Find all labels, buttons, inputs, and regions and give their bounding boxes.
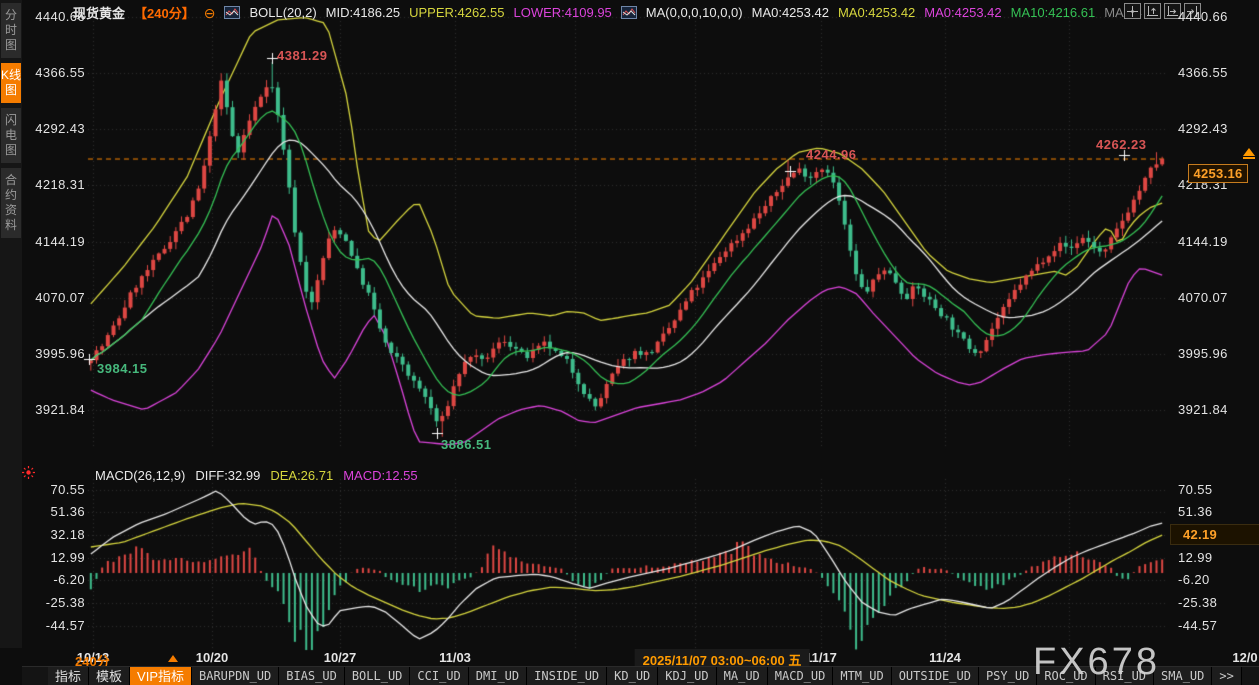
axis-tick-label: -25.38 [1178, 595, 1217, 610]
xaxis-label: 10/27 [324, 650, 357, 665]
boll-mid-value: MID:4186.25 [326, 5, 400, 20]
toolbar-item-SMA_UD[interactable]: SMA_UD [1154, 667, 1212, 685]
xaxis-label: 11/17 [805, 650, 837, 665]
axis-tick-label: -44.57 [1178, 618, 1217, 633]
axis-tick-label: 4292.43 [1178, 121, 1228, 136]
price-annotation: 3886.51 [441, 437, 492, 452]
period-label[interactable]: 【240分】 [134, 3, 195, 22]
axis-tick-label: 3995.96 [10, 346, 85, 361]
axis-tick-label: 70.55 [10, 482, 85, 497]
ma-value: MA0:4253.42 [924, 5, 1001, 20]
indicator-header: 现货黄金 【240分】 ⊖ BOLL(20,2) MID:4186.25 UPP… [73, 3, 1142, 22]
ma-label: MA(0,0,0,10,0,0) [646, 5, 743, 20]
ma-indicator-icon[interactable] [621, 6, 637, 19]
toolbar-item-MTM_UD[interactable]: MTM_UD [833, 667, 891, 685]
axis-tick-label: 12.99 [1178, 550, 1213, 565]
toolbar-item-BIAS_UD[interactable]: BIAS_UD [279, 667, 345, 685]
axis-tick-label: -25.38 [10, 595, 85, 610]
toolbar-item-CCI_UD[interactable]: CCI_UD [410, 667, 468, 685]
collapse-icon[interactable]: ⊖ [204, 7, 216, 19]
price-up-arrow-icon [1243, 148, 1255, 156]
crosshair-icon[interactable] [1124, 3, 1141, 19]
price-annotation: 4262.23 [1096, 137, 1147, 152]
toolbar-item-MACD_UD[interactable]: MACD_UD [768, 667, 834, 685]
axis-tick-label: 4366.55 [10, 65, 85, 80]
period-up-triangle-icon[interactable] [168, 655, 178, 662]
toolbar-item->>[interactable]: >> [1212, 667, 1241, 685]
toolbar-item-DMI_UD[interactable]: DMI_UD [469, 667, 527, 685]
toolbar-item-MA_UD[interactable]: MA_UD [717, 667, 768, 685]
watermark: FX678 [1033, 641, 1160, 684]
toolbar-item-BOLL_UD[interactable]: BOLL_UD [345, 667, 411, 685]
xaxis-label: 12/0 [1232, 650, 1257, 665]
axis-tick-label: 32.18 [10, 527, 85, 542]
toolbar-item-KD_UD[interactable]: KD_UD [607, 667, 658, 685]
axis-tick-label: 4070.07 [1178, 290, 1228, 305]
ma-values: MA0:4253.42 MA0:4253.42 MA0:4253.42 MA10:42… [752, 5, 1142, 20]
axis-tick-label: -44.57 [10, 618, 85, 633]
price-chart-canvas[interactable] [0, 0, 1259, 685]
toolbar-item-OUTSIDE_UD[interactable]: OUTSIDE_UD [892, 667, 979, 685]
toolbar-item-VIP指标[interactable]: VIP指标 [130, 667, 192, 685]
macd-header: MACD(26,12,9) DIFF:32.99 DEA:26.71 MACD:… [95, 468, 418, 483]
axis-tick-label: 3921.84 [10, 402, 85, 417]
toolbar-item-PSY_UD[interactable]: PSY_UD [979, 667, 1037, 685]
axis-tick-label: 4366.55 [1178, 65, 1228, 80]
axis-tick-label: 51.36 [1178, 504, 1213, 519]
axis-tick-label: 12.99 [10, 550, 85, 565]
axis-tick-label: 4440.66 [10, 9, 85, 24]
xaxis-label: 11/03 [439, 650, 471, 665]
macd-diff-value: DIFF:32.99 [195, 468, 260, 483]
ma-value: MA0:4253.42 [838, 5, 915, 20]
toolbar-item-KDJ_UD[interactable]: KDJ_UD [658, 667, 716, 685]
boll-upper-value: UPPER:4262.55 [409, 5, 504, 20]
axis-tick-label: 4440.66 [1178, 9, 1228, 24]
axis-tick-label: -6.20 [1178, 572, 1210, 587]
current-price-badge: 4253.16 [1188, 164, 1248, 183]
axis-tick-label: 3921.84 [1178, 402, 1228, 417]
boll-label: BOLL(20,2) [249, 5, 316, 20]
axis-tick-label: 4144.19 [10, 234, 85, 249]
boll-indicator-icon[interactable] [224, 6, 240, 19]
price-up-arrow-base [1243, 157, 1255, 159]
macd-settings-icon[interactable] [21, 465, 36, 480]
axis-tick-label: 4218.31 [10, 177, 85, 192]
xaxis-label: 10/20 [196, 650, 229, 665]
boll-lower-value: LOWER:4109.95 [514, 5, 612, 20]
macd-dea-value: DEA:26.71 [270, 468, 333, 483]
scale-up-icon[interactable] [1144, 3, 1161, 19]
price-annotation: 4381.29 [277, 48, 328, 63]
toolbar-item-指标[interactable]: 指标 [48, 667, 89, 685]
macd-value-badge: 42.19 [1170, 524, 1259, 545]
axis-tick-label: 3995.96 [1178, 346, 1228, 361]
axis-tick-label: 4144.19 [1178, 234, 1228, 249]
axis-tick-label: 51.36 [10, 504, 85, 519]
ma-value: MA0:4253.42 [752, 5, 829, 20]
axis-tick-label: 4070.07 [10, 290, 85, 305]
toolbar-item-模板[interactable]: 模板 [89, 667, 130, 685]
ma-value: MA10:4216.61 [1011, 5, 1096, 20]
axis-tick-label: 70.55 [1178, 482, 1213, 497]
toolbar-spacer [22, 667, 48, 685]
toolbar-item-INSIDE_UD[interactable]: INSIDE_UD [527, 667, 607, 685]
axis-tick-label: 4292.43 [10, 121, 85, 136]
xaxis-label: 11/24 [929, 650, 961, 665]
macd-macd-value: MACD:12.55 [343, 468, 417, 483]
price-annotation: 3984.15 [97, 361, 148, 376]
axis-tick-label: -6.20 [10, 572, 85, 587]
macd-label: MACD(26,12,9) [95, 468, 185, 483]
toolbar-item-BARUPDN_UD[interactable]: BARUPDN_UD [192, 667, 279, 685]
price-annotation: 4244.96 [806, 147, 857, 162]
